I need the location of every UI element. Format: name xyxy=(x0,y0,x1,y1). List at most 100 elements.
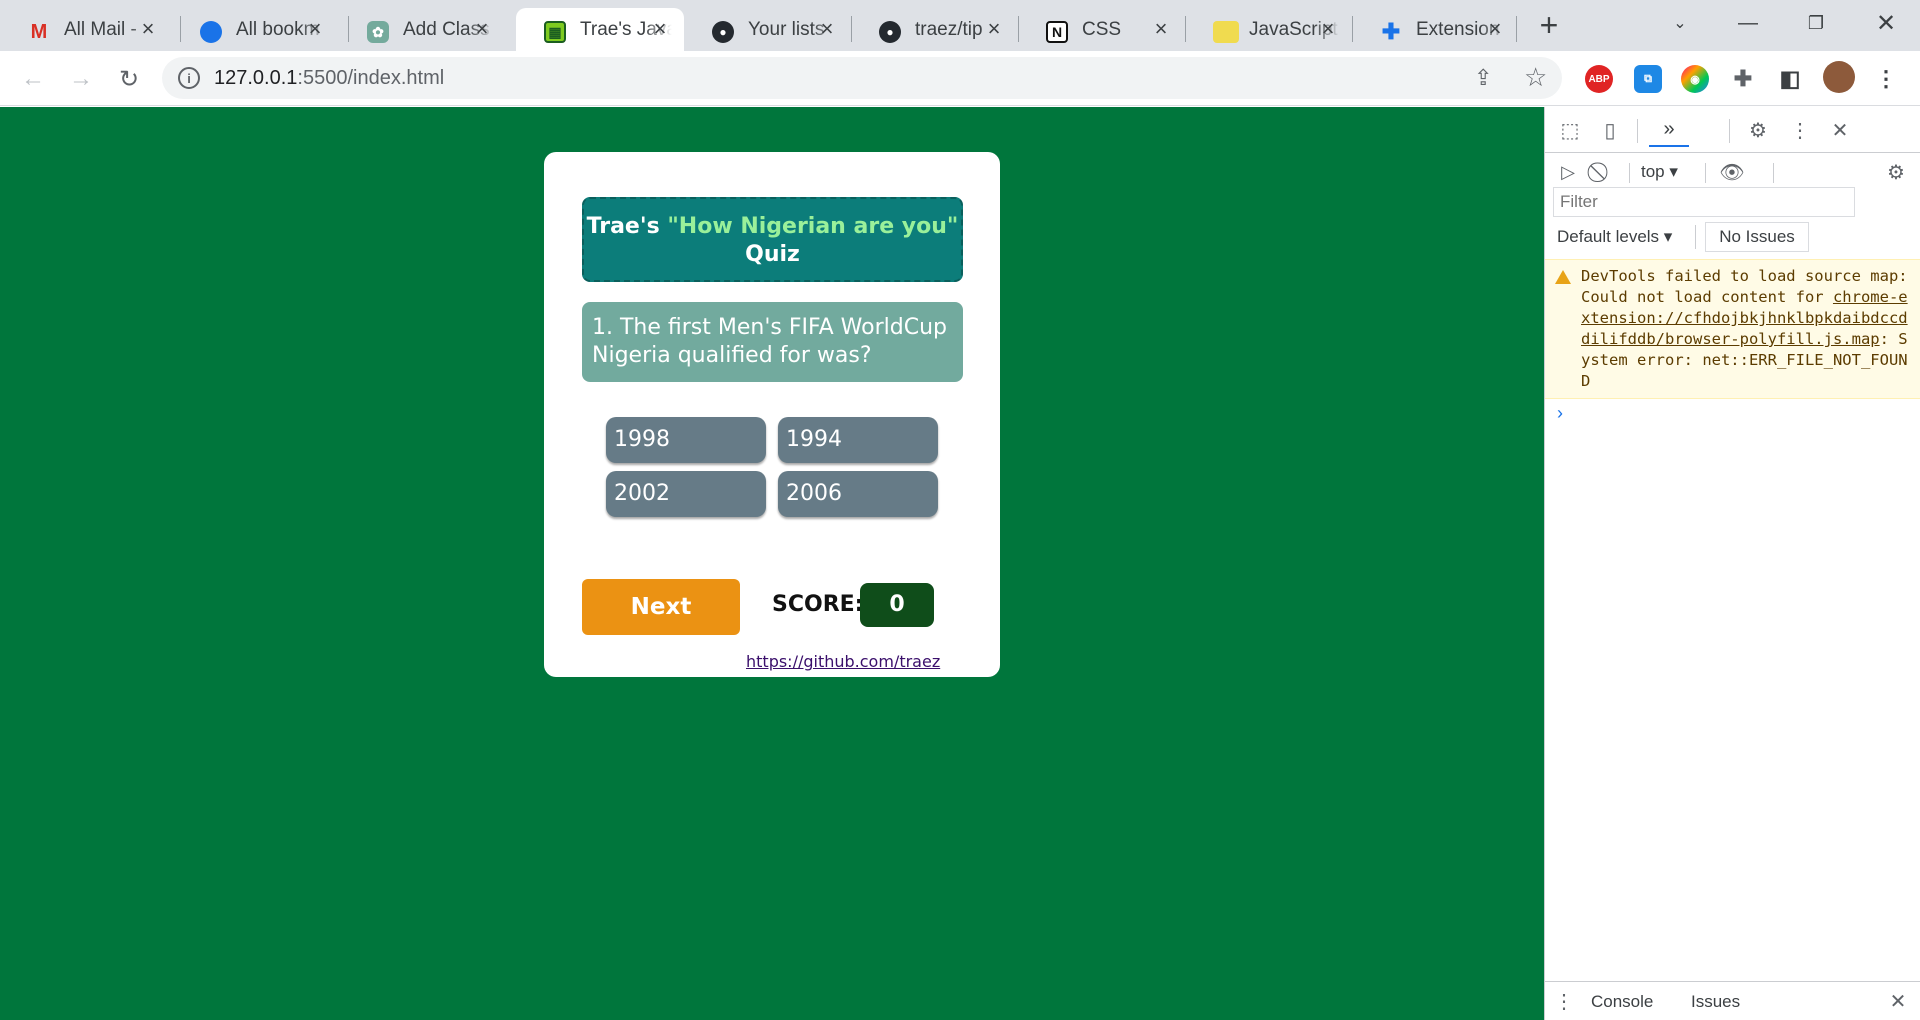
page-viewport: Trae's "How Nigerian are you" Quiz 1. Th… xyxy=(0,107,1544,1020)
notion-icon: N xyxy=(1046,21,1068,43)
log-levels-dropdown[interactable]: Default levels ▾ xyxy=(1557,227,1672,247)
drawer-tab-console[interactable]: Console xyxy=(1591,992,1653,1020)
side-panel-icon[interactable]: ◧ xyxy=(1776,65,1804,93)
browser-toolbar: ← → ↻ i 127.0.0.1:5500/index.html ⇪ ☆ AB… xyxy=(0,51,1920,106)
js-icon xyxy=(1213,21,1239,43)
devtools-panel: ⬚ ▯ » ⚙ ⋮ ✕ ▷ ⃠ top ▾ 👁 ⚙ Default levels… xyxy=(1544,107,1920,1020)
context-selector[interactable]: top ▾ xyxy=(1641,162,1678,182)
reload-button[interactable]: ↻ xyxy=(114,64,144,94)
log-levels-label: Default levels xyxy=(1557,227,1660,246)
address-bar[interactable]: i 127.0.0.1:5500/index.html ⇪ ☆ xyxy=(162,57,1562,99)
quiz-card: Trae's "How Nigerian are you" Quiz 1. Th… xyxy=(544,152,1000,677)
inspect-element-icon[interactable]: ⬚ xyxy=(1555,115,1585,145)
divider xyxy=(1629,163,1630,183)
more-tabs-icon[interactable]: » xyxy=(1649,113,1689,147)
tab-all-mail[interactable]: M All Mail - × xyxy=(0,8,172,51)
tab-search-icon[interactable]: ⌄ xyxy=(1660,6,1700,40)
avatar[interactable] xyxy=(1823,61,1855,93)
puzzle-icon: ✚ xyxy=(1381,19,1401,44)
quiz-title: Trae's "How Nigerian are you" Quiz xyxy=(582,197,963,282)
close-devtools-icon[interactable]: ✕ xyxy=(1825,115,1855,145)
console-warning-message: DevTools failed to load source map: Coul… xyxy=(1545,259,1920,399)
tab-extensions[interactable]: ✚ Extension × xyxy=(1352,8,1519,51)
new-tab-button[interactable]: + xyxy=(1534,7,1564,43)
cast-extension-icon[interactable]: ⧉ xyxy=(1634,65,1662,93)
close-icon[interactable]: × xyxy=(982,16,1006,41)
quiz-title-prefix: Trae's xyxy=(586,214,668,239)
issues-button[interactable]: No Issues xyxy=(1705,222,1809,252)
console-settings-icon[interactable]: ⚙ xyxy=(1881,157,1911,187)
tab-traes-quiz[interactable]: ▦ Trae's Java × xyxy=(516,8,684,51)
answer-button-1994[interactable]: 1994 xyxy=(778,417,938,463)
tab-traez-tip[interactable]: ● traez/tip × xyxy=(851,8,1018,51)
score-value: 0 xyxy=(860,583,934,627)
close-icon[interactable]: × xyxy=(1316,16,1340,41)
tab-css[interactable]: N CSS × xyxy=(1018,8,1185,51)
tab-all-bookmarks[interactable]: All bookm × xyxy=(172,8,339,51)
url-host: 127.0.0.1 xyxy=(214,67,298,89)
divider xyxy=(1545,152,1920,153)
divider xyxy=(1705,163,1706,183)
tab-add-class[interactable]: ✿ Add Class × xyxy=(339,8,506,51)
settings-gear-icon[interactable]: ⚙ xyxy=(1743,115,1773,145)
gmail-icon: M xyxy=(30,20,48,43)
url-path: :5500/index.html xyxy=(297,67,445,89)
divider xyxy=(1637,119,1638,143)
devtools-drawer: ⋮ Console Issues ✕ xyxy=(1545,981,1920,1020)
show-sidebar-icon[interactable]: ▷ xyxy=(1553,157,1583,187)
url-text[interactable]: 127.0.0.1:5500/index.html xyxy=(214,67,444,90)
drawer-tab-issues[interactable]: Issues xyxy=(1691,992,1740,1012)
answer-button-2006[interactable]: 2006 xyxy=(778,471,938,517)
quiz-title-highlight: "How Nigerian are you" xyxy=(667,214,959,239)
chatgpt-icon: ✿ xyxy=(367,21,389,43)
tab-javascript[interactable]: JavaScript × xyxy=(1185,8,1352,51)
quiz-app-icon: ▦ xyxy=(544,21,566,43)
close-icon[interactable]: × xyxy=(1483,16,1507,41)
site-info-icon[interactable]: i xyxy=(178,67,200,89)
devtools-menu-icon[interactable]: ⋮ xyxy=(1785,115,1815,145)
close-window-button[interactable]: ✕ xyxy=(1866,6,1906,40)
restore-button[interactable]: ❐ xyxy=(1796,6,1836,40)
clear-console-icon[interactable]: ⃠ xyxy=(1587,157,1617,187)
github-icon: ● xyxy=(879,21,901,43)
warning-icon xyxy=(1555,270,1571,284)
forward-button[interactable]: → xyxy=(66,64,96,94)
close-icon[interactable]: × xyxy=(136,16,160,41)
color-picker-icon[interactable]: ◉ xyxy=(1681,65,1709,93)
close-icon[interactable]: × xyxy=(648,16,672,41)
console-filter-input[interactable] xyxy=(1553,187,1855,217)
answer-button-1998[interactable]: 1998 xyxy=(606,417,766,463)
score-label: SCORE: xyxy=(772,592,864,617)
divider xyxy=(1695,225,1696,249)
minimize-button[interactable]: — xyxy=(1728,6,1768,40)
back-button[interactable]: ← xyxy=(18,64,48,94)
close-icon[interactable]: × xyxy=(815,16,839,41)
close-icon[interactable]: × xyxy=(1149,16,1173,41)
device-toolbar-icon[interactable]: ▯ xyxy=(1595,115,1625,145)
next-button[interactable]: Next xyxy=(582,579,740,635)
warning-text: DevTools failed to load source map: Coul… xyxy=(1581,266,1913,392)
divider xyxy=(1729,119,1730,143)
github-icon: ● xyxy=(712,21,734,43)
quiz-title-suffix: Quiz xyxy=(745,242,800,267)
github-link[interactable]: https://github.com/traez xyxy=(746,652,940,671)
tab-strip: M All Mail - × All bookm × ✿ Add Class ×… xyxy=(0,0,1920,51)
browser-menu-icon[interactable]: ⋮ xyxy=(1872,65,1900,93)
question-text: 1. The first Men's FIFA WorldCup Nigeria… xyxy=(582,302,963,382)
tab-your-lists[interactable]: ● Your lists × xyxy=(684,8,851,51)
extensions-puzzle-icon[interactable]: ✚ xyxy=(1729,65,1757,93)
context-label: top xyxy=(1641,162,1665,181)
share-icon[interactable]: ⇪ xyxy=(1474,65,1492,91)
answer-button-2002[interactable]: 2002 xyxy=(606,471,766,517)
drawer-menu-icon[interactable]: ⋮ xyxy=(1553,988,1575,1014)
close-icon[interactable]: × xyxy=(303,16,327,41)
close-icon[interactable]: × xyxy=(470,16,494,41)
tab-separator xyxy=(1516,16,1517,42)
live-expression-eye-icon[interactable]: 👁 xyxy=(1715,157,1749,187)
bookmark-star-icon[interactable]: ☆ xyxy=(1524,62,1547,93)
close-drawer-icon[interactable]: ✕ xyxy=(1885,988,1911,1014)
divider xyxy=(1773,163,1774,183)
adblock-plus-icon[interactable]: ABP xyxy=(1585,65,1613,93)
console-prompt-icon[interactable]: › xyxy=(1557,403,1563,424)
cloud-icon xyxy=(200,21,222,43)
